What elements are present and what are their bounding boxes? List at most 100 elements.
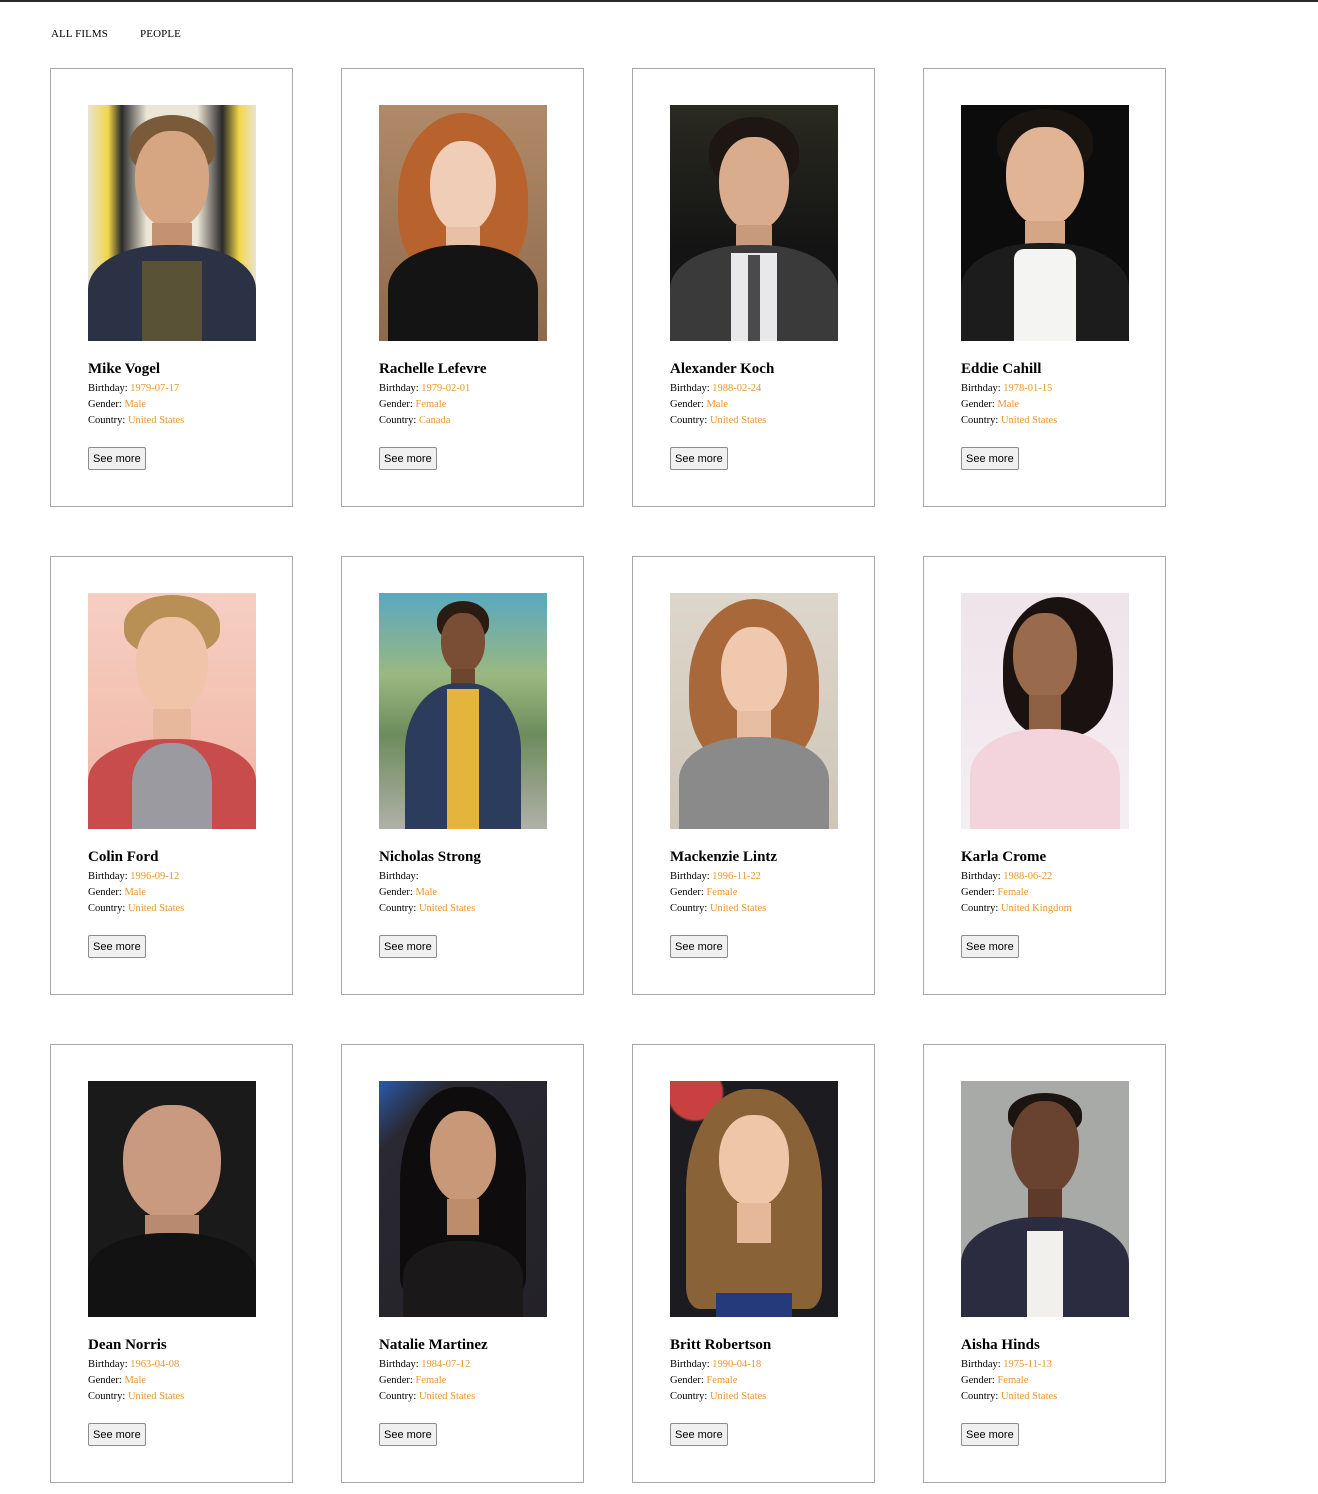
gender-row: Gender: Female <box>670 887 738 898</box>
person-name: Mike Vogel <box>88 361 161 377</box>
country-row: Country: United States <box>379 903 476 914</box>
gender-value: Female <box>997 887 1029 898</box>
see-more-button[interactable]: See more <box>961 935 1019 958</box>
people-grid: Mike Vogel Birthday: 1979-07-17 Gender: … <box>50 68 1166 1483</box>
country-row: Country: United States <box>670 415 767 426</box>
person-photo <box>379 105 547 341</box>
birthday-row: Birthday: 1979-02-01 <box>379 383 471 394</box>
person-photo <box>670 593 838 829</box>
see-more-button[interactable]: See more <box>379 447 437 470</box>
gender-value: Male <box>124 1375 147 1386</box>
country-value: Canada <box>418 415 451 426</box>
gender-value: Female <box>415 399 447 410</box>
country-value: United States <box>127 415 185 426</box>
gender-row: Gender: Male <box>88 399 147 410</box>
person-name: Karla Crome <box>961 849 1047 865</box>
see-more-button[interactable]: See more <box>961 447 1019 470</box>
birthday-value: 1978-01-15 <box>1003 383 1053 394</box>
see-more-button[interactable]: See more <box>670 447 728 470</box>
birthday-value: 1996-11-22 <box>712 871 761 882</box>
birthday-row: Birthday: 1988-02-24 <box>670 383 762 394</box>
country-row: Country: United States <box>379 1391 476 1402</box>
country-value: United States <box>709 903 767 914</box>
see-more-button[interactable]: See more <box>88 1423 146 1446</box>
gender-row: Gender: Female <box>961 1375 1029 1386</box>
gender-row: Gender: Male <box>670 399 729 410</box>
person-card: Dean Norris Birthday: 1963-04-08 Gender:… <box>50 1044 293 1483</box>
birthday-row: Birthday: 1978-01-15 <box>961 383 1053 394</box>
gender-row: Gender: Female <box>379 1375 447 1386</box>
person-card: Eddie Cahill Birthday: 1978-01-15 Gender… <box>923 68 1166 507</box>
country-row: Country: United States <box>670 1391 767 1402</box>
birthday-value: 1988-02-24 <box>712 383 762 394</box>
person-card: Aisha Hinds Birthday: 1975-11-13 Gender:… <box>923 1044 1166 1483</box>
top-border <box>0 0 1318 2</box>
person-photo <box>961 105 1129 341</box>
country-value: United Kingdom <box>1000 903 1072 914</box>
gender-value: Female <box>706 887 738 898</box>
country-row: Country: United States <box>961 1391 1058 1402</box>
birthday-row: Birthday: 1963-04-08 <box>88 1359 180 1370</box>
see-more-button[interactable]: See more <box>88 447 146 470</box>
person-card: Mackenzie Lintz Birthday: 1996-11-22 Gen… <box>632 556 875 995</box>
gender-row: Gender: Male <box>961 399 1020 410</box>
person-photo <box>670 105 838 341</box>
birthday-value: 1963-04-08 <box>130 1359 180 1370</box>
birthday-value: 1990-04-18 <box>712 1359 762 1370</box>
person-card: Nicholas Strong Birthday: Gender: Male C… <box>341 556 584 995</box>
birthday-row: Birthday: 1975-11-13 <box>961 1359 1052 1370</box>
person-photo <box>379 593 547 829</box>
birthday-value: 1996-09-12 <box>130 871 180 882</box>
see-more-button[interactable]: See more <box>88 935 146 958</box>
gender-value: Male <box>706 399 729 410</box>
gender-row: Gender: Male <box>88 1375 147 1386</box>
gender-value: Male <box>124 399 147 410</box>
gender-row: Gender: Female <box>961 887 1029 898</box>
person-name: Colin Ford <box>88 849 159 865</box>
country-value: United States <box>709 1391 767 1402</box>
birthday-value: 1979-02-01 <box>421 383 471 394</box>
birthday-row: Birthday: 1988-06-22 <box>961 871 1053 882</box>
see-more-button[interactable]: See more <box>670 935 728 958</box>
gender-row: Gender: Male <box>88 887 147 898</box>
person-card: Mike Vogel Birthday: 1979-07-17 Gender: … <box>50 68 293 507</box>
person-card: Alexander Koch Birthday: 1988-02-24 Gend… <box>632 68 875 507</box>
see-more-button[interactable]: See more <box>670 1423 728 1446</box>
country-value: United States <box>418 1391 476 1402</box>
country-row: Country: United States <box>88 903 185 914</box>
birthday-row: Birthday: <box>379 871 419 882</box>
person-card: Colin Ford Birthday: 1996-09-12 Gender: … <box>50 556 293 995</box>
birthday-value: 1979-07-17 <box>130 383 180 394</box>
person-photo <box>961 1081 1129 1317</box>
see-more-button[interactable]: See more <box>379 935 437 958</box>
birthday-row: Birthday: 1996-11-22 <box>670 871 761 882</box>
gender-row: Gender: Male <box>379 887 438 898</box>
gender-value: Male <box>997 399 1020 410</box>
person-name: Britt Robertson <box>670 1337 772 1353</box>
person-name: Nicholas Strong <box>379 849 481 865</box>
country-value: United States <box>127 903 185 914</box>
country-value: United States <box>1000 1391 1058 1402</box>
country-row: Country: United States <box>88 415 185 426</box>
birthday-row: Birthday: 1996-09-12 <box>88 871 180 882</box>
gender-value: Female <box>997 1375 1029 1386</box>
country-row: Country: Canada <box>379 415 451 426</box>
country-value: United States <box>709 415 767 426</box>
birthday-row: Birthday: 1984-07-12 <box>379 1359 471 1370</box>
country-value: United States <box>127 1391 185 1402</box>
birthday-value: 1988-06-22 <box>1003 871 1053 882</box>
person-card: Karla Crome Birthday: 1988-06-22 Gender:… <box>923 556 1166 995</box>
gender-value: Female <box>706 1375 738 1386</box>
person-card: Natalie Martinez Birthday: 1984-07-12 Ge… <box>341 1044 584 1483</box>
person-card: Britt Robertson Birthday: 1990-04-18 Gen… <box>632 1044 875 1483</box>
country-row: Country: United States <box>88 1391 185 1402</box>
nav-link-people[interactable]: PEOPLE <box>140 28 181 40</box>
see-more-button[interactable]: See more <box>961 1423 1019 1446</box>
gender-row: Gender: Female <box>670 1375 738 1386</box>
gender-row: Gender: Female <box>379 399 447 410</box>
nav-link-all-films[interactable]: ALL FILMS <box>51 28 108 40</box>
person-name: Alexander Koch <box>670 361 775 377</box>
person-name: Rachelle Lefevre <box>379 361 487 377</box>
country-row: Country: United Kingdom <box>961 903 1072 914</box>
see-more-button[interactable]: See more <box>379 1423 437 1446</box>
